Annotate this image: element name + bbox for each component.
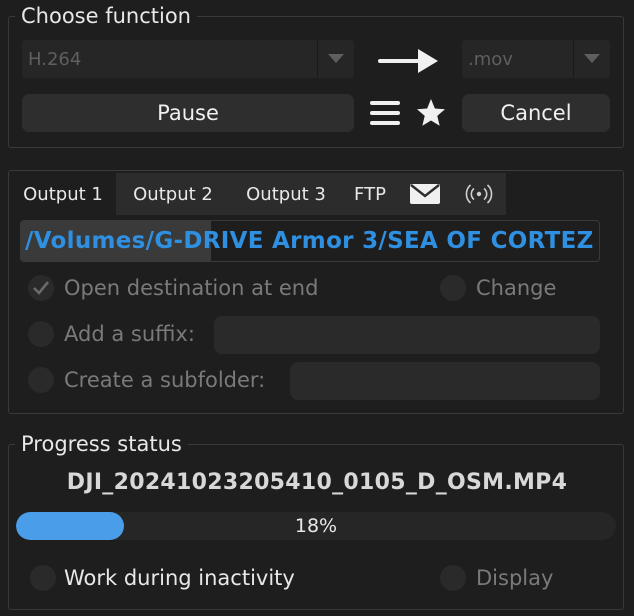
change-checkbox[interactable]: [440, 275, 466, 301]
codec-value: H.264: [28, 48, 82, 70]
display-label: Display: [476, 566, 554, 590]
destination-path: /Volumes/G-DRIVE Armor 3/SEA OF CORTEZ: [25, 228, 594, 254]
suffix-input[interactable]: [214, 316, 600, 354]
tab-output-1[interactable]: Output 1: [10, 173, 116, 215]
tab-output-3[interactable]: Output 3: [230, 173, 342, 215]
arrow-right-icon: [376, 46, 440, 76]
open-destination-label: Open destination at end: [64, 276, 319, 300]
envelope-icon: [410, 184, 440, 204]
menu-icon[interactable]: [366, 96, 404, 130]
chevron-down-icon: [318, 54, 354, 64]
work-inactivity-label: Work during inactivity: [64, 566, 295, 590]
work-inactivity-checkbox[interactable]: [30, 565, 56, 591]
change-label: Change: [476, 276, 557, 300]
chevron-down-icon: [574, 54, 610, 64]
tab-output-2[interactable]: Output 2: [116, 173, 230, 215]
create-subfolder-label: Create a subfolder:: [64, 368, 266, 392]
tab-email[interactable]: [398, 173, 452, 215]
container-value: .mov: [468, 48, 513, 70]
create-subfolder-checkbox[interactable]: [28, 367, 54, 393]
output-tabs: Output 1 Output 2 Output 3 FTP: [10, 173, 506, 215]
destination-path-field[interactable]: /Volumes/G-DRIVE Armor 3/SEA OF CORTEZ: [20, 220, 600, 262]
codec-dropdown[interactable]: H.264: [22, 40, 354, 78]
current-filename: DJI_20241023205410_0105_D_OSM.MP4: [66, 470, 568, 495]
progress-title: Progress status: [15, 432, 188, 456]
progress-percent: 18%: [294, 515, 338, 537]
add-suffix-label: Add a suffix:: [64, 322, 195, 346]
tab-broadcast[interactable]: [452, 173, 506, 215]
star-icon[interactable]: [412, 96, 450, 130]
progress-bar: 18%: [16, 512, 616, 540]
broadcast-icon: [462, 182, 496, 206]
display-checkbox[interactable]: [440, 565, 466, 591]
open-destination-checkbox[interactable]: [28, 275, 54, 301]
tab-ftp[interactable]: FTP: [342, 173, 398, 215]
subfolder-input[interactable]: [290, 362, 600, 400]
choose-function-title: Choose function: [15, 4, 197, 28]
cancel-button[interactable]: Cancel: [462, 94, 610, 132]
pause-button[interactable]: Pause: [22, 94, 354, 132]
container-dropdown[interactable]: .mov: [462, 40, 610, 78]
add-suffix-checkbox[interactable]: [28, 321, 54, 347]
